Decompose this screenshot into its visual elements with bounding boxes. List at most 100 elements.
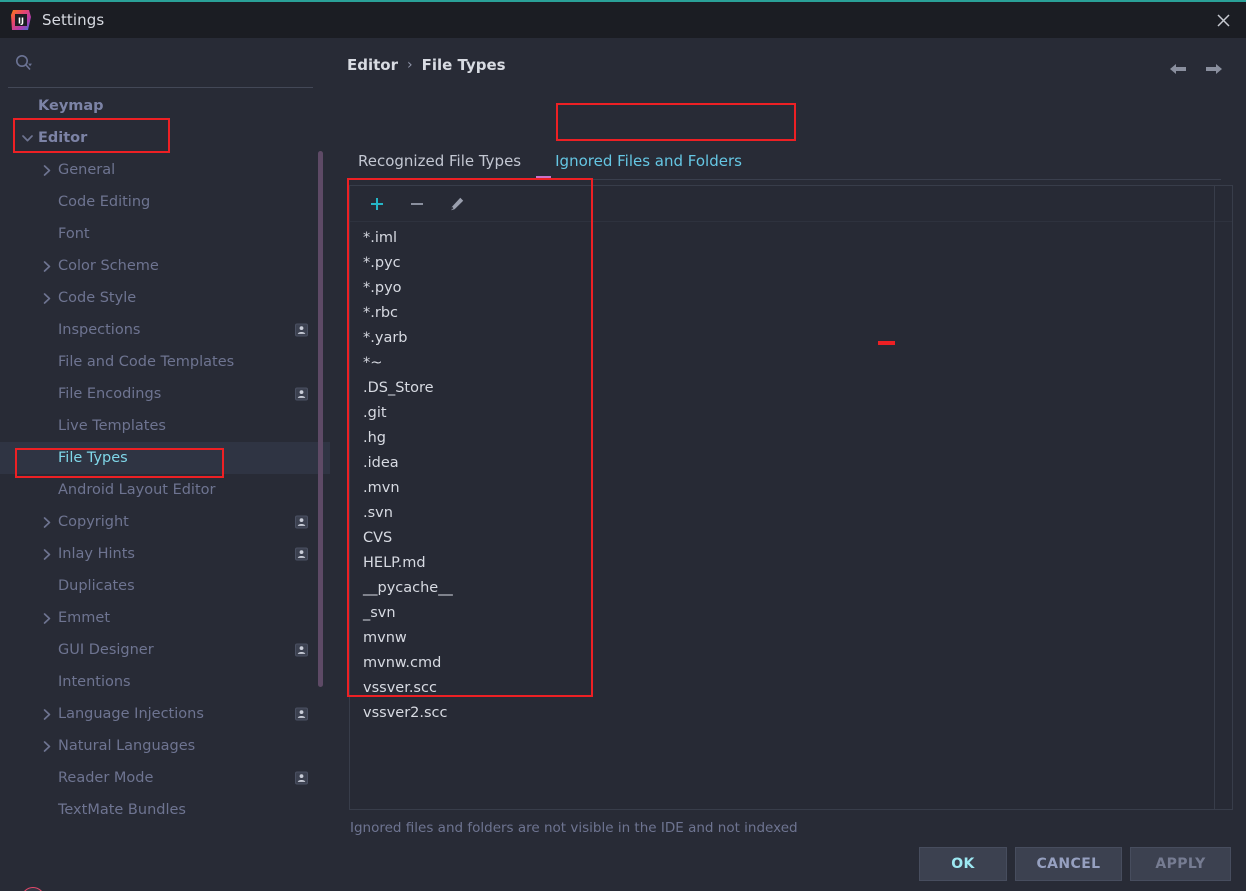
chevron-placeholder bbox=[40, 355, 54, 369]
sidebar-item-language-injections[interactable]: Language Injections bbox=[0, 698, 330, 730]
ignored-file-item[interactable]: .svn bbox=[350, 501, 1232, 526]
ignored-file-item[interactable]: *.rbc bbox=[350, 301, 1232, 326]
search-icon bbox=[14, 53, 34, 73]
sidebar-item-reader-mode[interactable]: Reader Mode bbox=[0, 762, 330, 794]
ignored-file-item[interactable]: _svn bbox=[350, 601, 1232, 626]
sidebar-item-label: Android Layout Editor bbox=[58, 481, 216, 498]
sidebar-item-label: Keymap bbox=[38, 97, 104, 114]
settings-sidebar: Keymap Editor General Code Editing Font Color… bbox=[0, 38, 330, 891]
chevron-placeholder bbox=[40, 387, 54, 401]
chevron-right-icon[interactable] bbox=[40, 291, 54, 305]
sidebar-item-label: File and Code Templates bbox=[58, 353, 235, 370]
sidebar-item-live-templates[interactable]: Live Templates bbox=[0, 410, 330, 442]
profile-badge-icon bbox=[295, 515, 308, 529]
sidebar-item-file-encodings[interactable]: File Encodings bbox=[0, 378, 330, 410]
cancel-button[interactable]: CANCEL bbox=[1015, 847, 1122, 881]
chevron-placeholder bbox=[40, 419, 54, 433]
ignored-file-item[interactable]: .git bbox=[350, 401, 1232, 426]
sidebar-item-duplicates[interactable]: Duplicates bbox=[0, 570, 330, 602]
profile-badge-icon bbox=[295, 643, 308, 657]
sidebar-item-file-types[interactable]: File Types bbox=[0, 442, 330, 474]
sidebar-item-code-style[interactable]: Code Style bbox=[0, 282, 330, 314]
sidebar-item-label: Live Templates bbox=[58, 417, 166, 434]
ignored-file-item[interactable]: *.pyc bbox=[350, 251, 1232, 276]
sidebar-item-color-scheme[interactable]: Color Scheme bbox=[0, 250, 330, 282]
ignored-file-item[interactable]: .idea bbox=[350, 451, 1232, 476]
ignored-file-item[interactable]: __pycache__ bbox=[350, 576, 1232, 601]
sidebar-item-font[interactable]: Font bbox=[0, 218, 330, 250]
chevron-right-icon[interactable] bbox=[40, 163, 54, 177]
back-arrow-icon[interactable] bbox=[1168, 60, 1188, 80]
ignored-file-item[interactable]: vssver.scc bbox=[350, 676, 1232, 701]
ok-button[interactable]: OK bbox=[919, 847, 1007, 881]
search-area bbox=[0, 46, 330, 88]
remove-icon[interactable] bbox=[407, 194, 427, 214]
ignored-file-item[interactable]: vssver2.scc bbox=[350, 701, 1232, 726]
sidebar-item-intentions[interactable]: Intentions bbox=[0, 666, 330, 698]
breadcrumb-separator-icon: › bbox=[407, 57, 413, 73]
ignored-file-item[interactable]: *.pyo bbox=[350, 276, 1232, 301]
annotation-pointer-dash bbox=[878, 341, 895, 345]
sidebar-item-inspections[interactable]: Inspections bbox=[0, 314, 330, 346]
chevron-right-icon[interactable] bbox=[40, 739, 54, 753]
sidebar-item-label: File Encodings bbox=[58, 385, 162, 402]
ignored-file-item[interactable]: *.iml bbox=[350, 226, 1232, 251]
settings-tree: Keymap Editor General Code Editing Font Color… bbox=[0, 90, 330, 880]
window-title: Settings bbox=[42, 11, 105, 29]
breadcrumb: Editor › File Types bbox=[347, 56, 506, 74]
sidebar-scrollbar[interactable] bbox=[318, 151, 323, 687]
ignored-file-item[interactable]: .mvn bbox=[350, 476, 1232, 501]
sidebar-item-label: GUI Designer bbox=[58, 641, 154, 658]
ignored-file-item[interactable]: mvnw bbox=[350, 626, 1232, 651]
tab-ignored-files-and-folders[interactable]: Ignored Files and Folders bbox=[545, 143, 752, 179]
profile-badge-icon bbox=[295, 771, 308, 785]
ignored-file-item[interactable]: .DS_Store bbox=[350, 376, 1232, 401]
ignored-file-item[interactable]: CVS bbox=[350, 526, 1232, 551]
sidebar-item-label: Language Injections bbox=[58, 705, 204, 722]
ignored-file-item[interactable]: *~ bbox=[350, 351, 1232, 376]
chevron-right-icon[interactable] bbox=[40, 707, 54, 721]
apply-button[interactable]: APPLY bbox=[1130, 847, 1231, 881]
breadcrumb-parent[interactable]: Editor bbox=[347, 56, 398, 74]
sidebar-item-natural-languages[interactable]: Natural Languages bbox=[0, 730, 330, 762]
ignored-file-item[interactable]: .hg bbox=[350, 426, 1232, 451]
ignored-files-list[interactable]: *.iml *.pyc *.pyo *.rbc *.yarb *~ .DS_Store .gi… bbox=[350, 222, 1232, 809]
ignored-files-panel: *.iml *.pyc *.pyo *.rbc *.yarb *~ .DS_Store .gi… bbox=[349, 185, 1233, 810]
sidebar-item-editor[interactable]: Editor bbox=[0, 122, 330, 154]
chevron-right-icon[interactable] bbox=[40, 611, 54, 625]
chevron-placeholder bbox=[40, 643, 54, 657]
search-row[interactable] bbox=[0, 46, 330, 80]
edit-pencil-icon[interactable] bbox=[447, 194, 467, 214]
ignored-file-item[interactable]: *.yarb bbox=[350, 326, 1232, 351]
add-icon[interactable] bbox=[367, 194, 387, 214]
forward-arrow-icon[interactable] bbox=[1204, 60, 1224, 80]
settings-main-panel: Editor › File Types Recognized File Type… bbox=[330, 38, 1246, 891]
ignored-file-item[interactable]: mvnw.cmd bbox=[350, 651, 1232, 676]
sidebar-item-code-editing[interactable]: Code Editing bbox=[0, 186, 330, 218]
profile-badge-icon bbox=[295, 387, 308, 401]
sidebar-item-gui-designer[interactable]: GUI Designer bbox=[0, 634, 330, 666]
sidebar-item-label: File Types bbox=[58, 449, 128, 466]
sidebar-item-copyright[interactable]: Copyright bbox=[0, 506, 330, 538]
chevron-right-icon[interactable] bbox=[40, 515, 54, 529]
list-toolbar bbox=[350, 186, 1232, 222]
tabs-divider bbox=[349, 179, 1221, 180]
ignored-file-item[interactable]: HELP.md bbox=[350, 551, 1232, 576]
close-button[interactable] bbox=[1200, 2, 1246, 38]
chevron-right-icon[interactable] bbox=[40, 547, 54, 561]
sidebar-item-label: Natural Languages bbox=[58, 737, 196, 754]
svg-text:IJ: IJ bbox=[18, 17, 24, 26]
file-types-tabs: Recognized File Types Ignored Files and F… bbox=[348, 143, 1228, 179]
sidebar-item-inlay-hints[interactable]: Inlay Hints bbox=[0, 538, 330, 570]
chevron-down-icon[interactable] bbox=[20, 131, 34, 145]
title-bar: IJ Settings bbox=[0, 2, 1246, 38]
sidebar-item-file-and-code-templates[interactable]: File and Code Templates bbox=[0, 346, 330, 378]
sidebar-item-keymap[interactable]: Keymap bbox=[0, 90, 330, 122]
search-input[interactable] bbox=[42, 51, 330, 75]
tab-recognized-file-types[interactable]: Recognized File Types bbox=[348, 143, 531, 179]
sidebar-item-general[interactable]: General bbox=[0, 154, 330, 186]
sidebar-item-android-layout-editor[interactable]: Android Layout Editor bbox=[0, 474, 330, 506]
sidebar-item-emmet[interactable]: Emmet bbox=[0, 602, 330, 634]
intellij-idea-logo-icon: IJ bbox=[10, 9, 32, 31]
chevron-right-icon[interactable] bbox=[40, 259, 54, 273]
